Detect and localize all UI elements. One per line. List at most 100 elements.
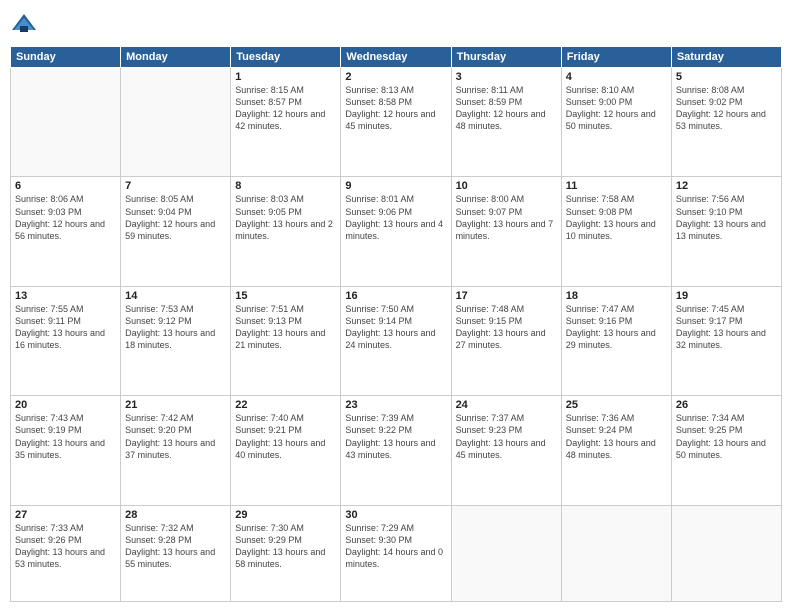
day-number: 24 xyxy=(456,399,557,411)
day-info: Sunrise: 7:29 AMSunset: 9:30 PMDaylight:… xyxy=(345,522,446,571)
day-info: Sunrise: 7:42 AMSunset: 9:20 PMDaylight:… xyxy=(125,412,226,461)
weekday-header-monday: Monday xyxy=(121,47,231,68)
week-row-2: 6Sunrise: 8:06 AMSunset: 9:03 PMDaylight… xyxy=(11,177,782,286)
calendar-cell: 6Sunrise: 8:06 AMSunset: 9:03 PMDaylight… xyxy=(11,177,121,286)
calendar-cell: 20Sunrise: 7:43 AMSunset: 9:19 PMDayligh… xyxy=(11,396,121,505)
calendar-cell: 14Sunrise: 7:53 AMSunset: 9:12 PMDayligh… xyxy=(121,286,231,395)
day-info: Sunrise: 7:40 AMSunset: 9:21 PMDaylight:… xyxy=(235,412,336,461)
weekday-header-sunday: Sunday xyxy=(11,47,121,68)
day-number: 18 xyxy=(566,290,667,302)
day-number: 27 xyxy=(15,509,116,521)
calendar-cell xyxy=(11,68,121,177)
week-row-3: 13Sunrise: 7:55 AMSunset: 9:11 PMDayligh… xyxy=(11,286,782,395)
day-info: Sunrise: 8:03 AMSunset: 9:05 PMDaylight:… xyxy=(235,193,336,242)
weekday-header-thursday: Thursday xyxy=(451,47,561,68)
calendar-cell: 29Sunrise: 7:30 AMSunset: 9:29 PMDayligh… xyxy=(231,505,341,601)
calendar-cell: 18Sunrise: 7:47 AMSunset: 9:16 PMDayligh… xyxy=(561,286,671,395)
day-number: 16 xyxy=(345,290,446,302)
day-number: 7 xyxy=(125,180,226,192)
day-info: Sunrise: 7:39 AMSunset: 9:22 PMDaylight:… xyxy=(345,412,446,461)
day-info: Sunrise: 8:13 AMSunset: 8:58 PMDaylight:… xyxy=(345,84,446,133)
day-number: 13 xyxy=(15,290,116,302)
calendar-cell: 5Sunrise: 8:08 AMSunset: 9:02 PMDaylight… xyxy=(671,68,781,177)
day-info: Sunrise: 7:47 AMSunset: 9:16 PMDaylight:… xyxy=(566,303,667,352)
day-number: 6 xyxy=(15,180,116,192)
calendar-cell xyxy=(121,68,231,177)
calendar-cell: 24Sunrise: 7:37 AMSunset: 9:23 PMDayligh… xyxy=(451,396,561,505)
calendar-cell: 28Sunrise: 7:32 AMSunset: 9:28 PMDayligh… xyxy=(121,505,231,601)
day-info: Sunrise: 7:37 AMSunset: 9:23 PMDaylight:… xyxy=(456,412,557,461)
calendar-cell: 11Sunrise: 7:58 AMSunset: 9:08 PMDayligh… xyxy=(561,177,671,286)
day-info: Sunrise: 7:48 AMSunset: 9:15 PMDaylight:… xyxy=(456,303,557,352)
calendar-cell: 4Sunrise: 8:10 AMSunset: 9:00 PMDaylight… xyxy=(561,68,671,177)
calendar-cell: 1Sunrise: 8:15 AMSunset: 8:57 PMDaylight… xyxy=(231,68,341,177)
day-number: 12 xyxy=(676,180,777,192)
calendar-cell: 30Sunrise: 7:29 AMSunset: 9:30 PMDayligh… xyxy=(341,505,451,601)
logo xyxy=(10,10,40,38)
calendar-cell: 8Sunrise: 8:03 AMSunset: 9:05 PMDaylight… xyxy=(231,177,341,286)
logo-icon xyxy=(10,10,38,38)
day-number: 29 xyxy=(235,509,336,521)
weekday-header-saturday: Saturday xyxy=(671,47,781,68)
day-number: 30 xyxy=(345,509,446,521)
day-info: Sunrise: 7:55 AMSunset: 9:11 PMDaylight:… xyxy=(15,303,116,352)
page: SundayMondayTuesdayWednesdayThursdayFrid… xyxy=(0,0,792,612)
weekday-header-row: SundayMondayTuesdayWednesdayThursdayFrid… xyxy=(11,47,782,68)
day-number: 9 xyxy=(345,180,446,192)
calendar-cell: 15Sunrise: 7:51 AMSunset: 9:13 PMDayligh… xyxy=(231,286,341,395)
weekday-header-friday: Friday xyxy=(561,47,671,68)
day-number: 10 xyxy=(456,180,557,192)
day-info: Sunrise: 7:32 AMSunset: 9:28 PMDaylight:… xyxy=(125,522,226,571)
week-row-1: 1Sunrise: 8:15 AMSunset: 8:57 PMDaylight… xyxy=(11,68,782,177)
day-number: 21 xyxy=(125,399,226,411)
calendar-cell: 2Sunrise: 8:13 AMSunset: 8:58 PMDaylight… xyxy=(341,68,451,177)
weekday-header-wednesday: Wednesday xyxy=(341,47,451,68)
calendar-cell: 25Sunrise: 7:36 AMSunset: 9:24 PMDayligh… xyxy=(561,396,671,505)
day-info: Sunrise: 7:30 AMSunset: 9:29 PMDaylight:… xyxy=(235,522,336,571)
day-info: Sunrise: 8:11 AMSunset: 8:59 PMDaylight:… xyxy=(456,84,557,133)
calendar-cell xyxy=(451,505,561,601)
calendar-cell: 16Sunrise: 7:50 AMSunset: 9:14 PMDayligh… xyxy=(341,286,451,395)
calendar-cell: 10Sunrise: 8:00 AMSunset: 9:07 PMDayligh… xyxy=(451,177,561,286)
day-number: 4 xyxy=(566,71,667,83)
day-number: 28 xyxy=(125,509,226,521)
day-info: Sunrise: 7:50 AMSunset: 9:14 PMDaylight:… xyxy=(345,303,446,352)
day-number: 23 xyxy=(345,399,446,411)
weekday-header-tuesday: Tuesday xyxy=(231,47,341,68)
calendar-cell: 13Sunrise: 7:55 AMSunset: 9:11 PMDayligh… xyxy=(11,286,121,395)
day-info: Sunrise: 8:10 AMSunset: 9:00 PMDaylight:… xyxy=(566,84,667,133)
day-info: Sunrise: 8:08 AMSunset: 9:02 PMDaylight:… xyxy=(676,84,777,133)
header xyxy=(10,10,782,38)
day-info: Sunrise: 7:45 AMSunset: 9:17 PMDaylight:… xyxy=(676,303,777,352)
day-number: 17 xyxy=(456,290,557,302)
calendar-cell: 3Sunrise: 8:11 AMSunset: 8:59 PMDaylight… xyxy=(451,68,561,177)
day-info: Sunrise: 7:33 AMSunset: 9:26 PMDaylight:… xyxy=(15,522,116,571)
day-number: 20 xyxy=(15,399,116,411)
calendar-cell: 27Sunrise: 7:33 AMSunset: 9:26 PMDayligh… xyxy=(11,505,121,601)
day-info: Sunrise: 8:01 AMSunset: 9:06 PMDaylight:… xyxy=(345,193,446,242)
calendar-cell: 26Sunrise: 7:34 AMSunset: 9:25 PMDayligh… xyxy=(671,396,781,505)
day-number: 14 xyxy=(125,290,226,302)
calendar-cell xyxy=(671,505,781,601)
day-number: 1 xyxy=(235,71,336,83)
week-row-5: 27Sunrise: 7:33 AMSunset: 9:26 PMDayligh… xyxy=(11,505,782,601)
day-info: Sunrise: 8:00 AMSunset: 9:07 PMDaylight:… xyxy=(456,193,557,242)
calendar-cell: 19Sunrise: 7:45 AMSunset: 9:17 PMDayligh… xyxy=(671,286,781,395)
day-number: 5 xyxy=(676,71,777,83)
calendar-cell xyxy=(561,505,671,601)
calendar-cell: 7Sunrise: 8:05 AMSunset: 9:04 PMDaylight… xyxy=(121,177,231,286)
calendar-cell: 21Sunrise: 7:42 AMSunset: 9:20 PMDayligh… xyxy=(121,396,231,505)
day-number: 22 xyxy=(235,399,336,411)
day-number: 8 xyxy=(235,180,336,192)
day-info: Sunrise: 8:06 AMSunset: 9:03 PMDaylight:… xyxy=(15,193,116,242)
day-info: Sunrise: 7:56 AMSunset: 9:10 PMDaylight:… xyxy=(676,193,777,242)
day-number: 2 xyxy=(345,71,446,83)
calendar-cell: 23Sunrise: 7:39 AMSunset: 9:22 PMDayligh… xyxy=(341,396,451,505)
day-info: Sunrise: 8:15 AMSunset: 8:57 PMDaylight:… xyxy=(235,84,336,133)
calendar-cell: 17Sunrise: 7:48 AMSunset: 9:15 PMDayligh… xyxy=(451,286,561,395)
day-info: Sunrise: 8:05 AMSunset: 9:04 PMDaylight:… xyxy=(125,193,226,242)
week-row-4: 20Sunrise: 7:43 AMSunset: 9:19 PMDayligh… xyxy=(11,396,782,505)
day-number: 15 xyxy=(235,290,336,302)
day-info: Sunrise: 7:51 AMSunset: 9:13 PMDaylight:… xyxy=(235,303,336,352)
calendar-cell: 9Sunrise: 8:01 AMSunset: 9:06 PMDaylight… xyxy=(341,177,451,286)
